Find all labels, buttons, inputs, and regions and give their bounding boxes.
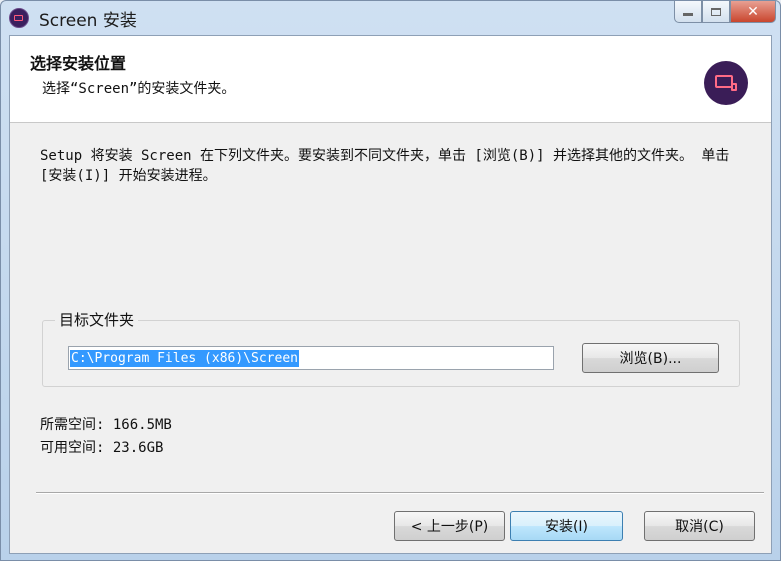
maximize-icon xyxy=(711,7,721,16)
page-subtitle: 选择“Screen”的安装文件夹。 xyxy=(42,81,236,97)
window-controls: ✕ xyxy=(674,1,776,25)
close-icon: ✕ xyxy=(747,3,759,20)
install-path-input[interactable]: C:\Program Files (x86)\Screen xyxy=(68,346,554,370)
screen-logo-icon xyxy=(704,61,748,105)
install-path-value: C:\Program Files (x86)\Screen xyxy=(70,349,299,367)
close-button[interactable]: ✕ xyxy=(730,1,776,23)
cancel-button[interactable]: 取消(C) xyxy=(644,511,755,541)
destination-folder-group: 目标文件夹 C:\Program Files (x86)\Screen 浏览(B… xyxy=(42,309,740,387)
minimize-icon xyxy=(683,13,693,16)
minimize-button[interactable] xyxy=(674,1,702,23)
dialog-body: 选择安装位置 选择“Screen”的安装文件夹。 Setup 将安装 Scree… xyxy=(9,35,772,554)
page-title: 选择安装位置 xyxy=(30,54,127,73)
footer-divider xyxy=(36,492,764,494)
maximize-button[interactable] xyxy=(702,1,730,23)
install-button[interactable]: 安装(I) xyxy=(510,511,623,541)
available-space-text: 可用空间: 23.6GB xyxy=(40,440,164,456)
app-icon xyxy=(9,8,29,28)
title-bar[interactable]: Screen 安装 ✕ xyxy=(1,1,780,35)
installer-window: Screen 安装 ✕ 选择安装位置 选择“Screen”的安装文件夹。 Set… xyxy=(0,0,781,561)
browse-button[interactable]: 浏览(B)... xyxy=(582,343,719,373)
instructions-text: Setup 将安装 Screen 在下列文件夹。要安装到不同文件夹，单击 [浏览… xyxy=(40,148,730,184)
back-button[interactable]: < 上一步(P) xyxy=(394,511,505,541)
logo-device-shape xyxy=(731,83,737,91)
required-space-text: 所需空间: 166.5MB xyxy=(40,417,172,433)
window-title: Screen 安装 xyxy=(39,11,137,31)
page-header: 选择安装位置 选择“Screen”的安装文件夹。 xyxy=(10,36,771,123)
destination-folder-label: 目标文件夹 xyxy=(55,309,139,330)
